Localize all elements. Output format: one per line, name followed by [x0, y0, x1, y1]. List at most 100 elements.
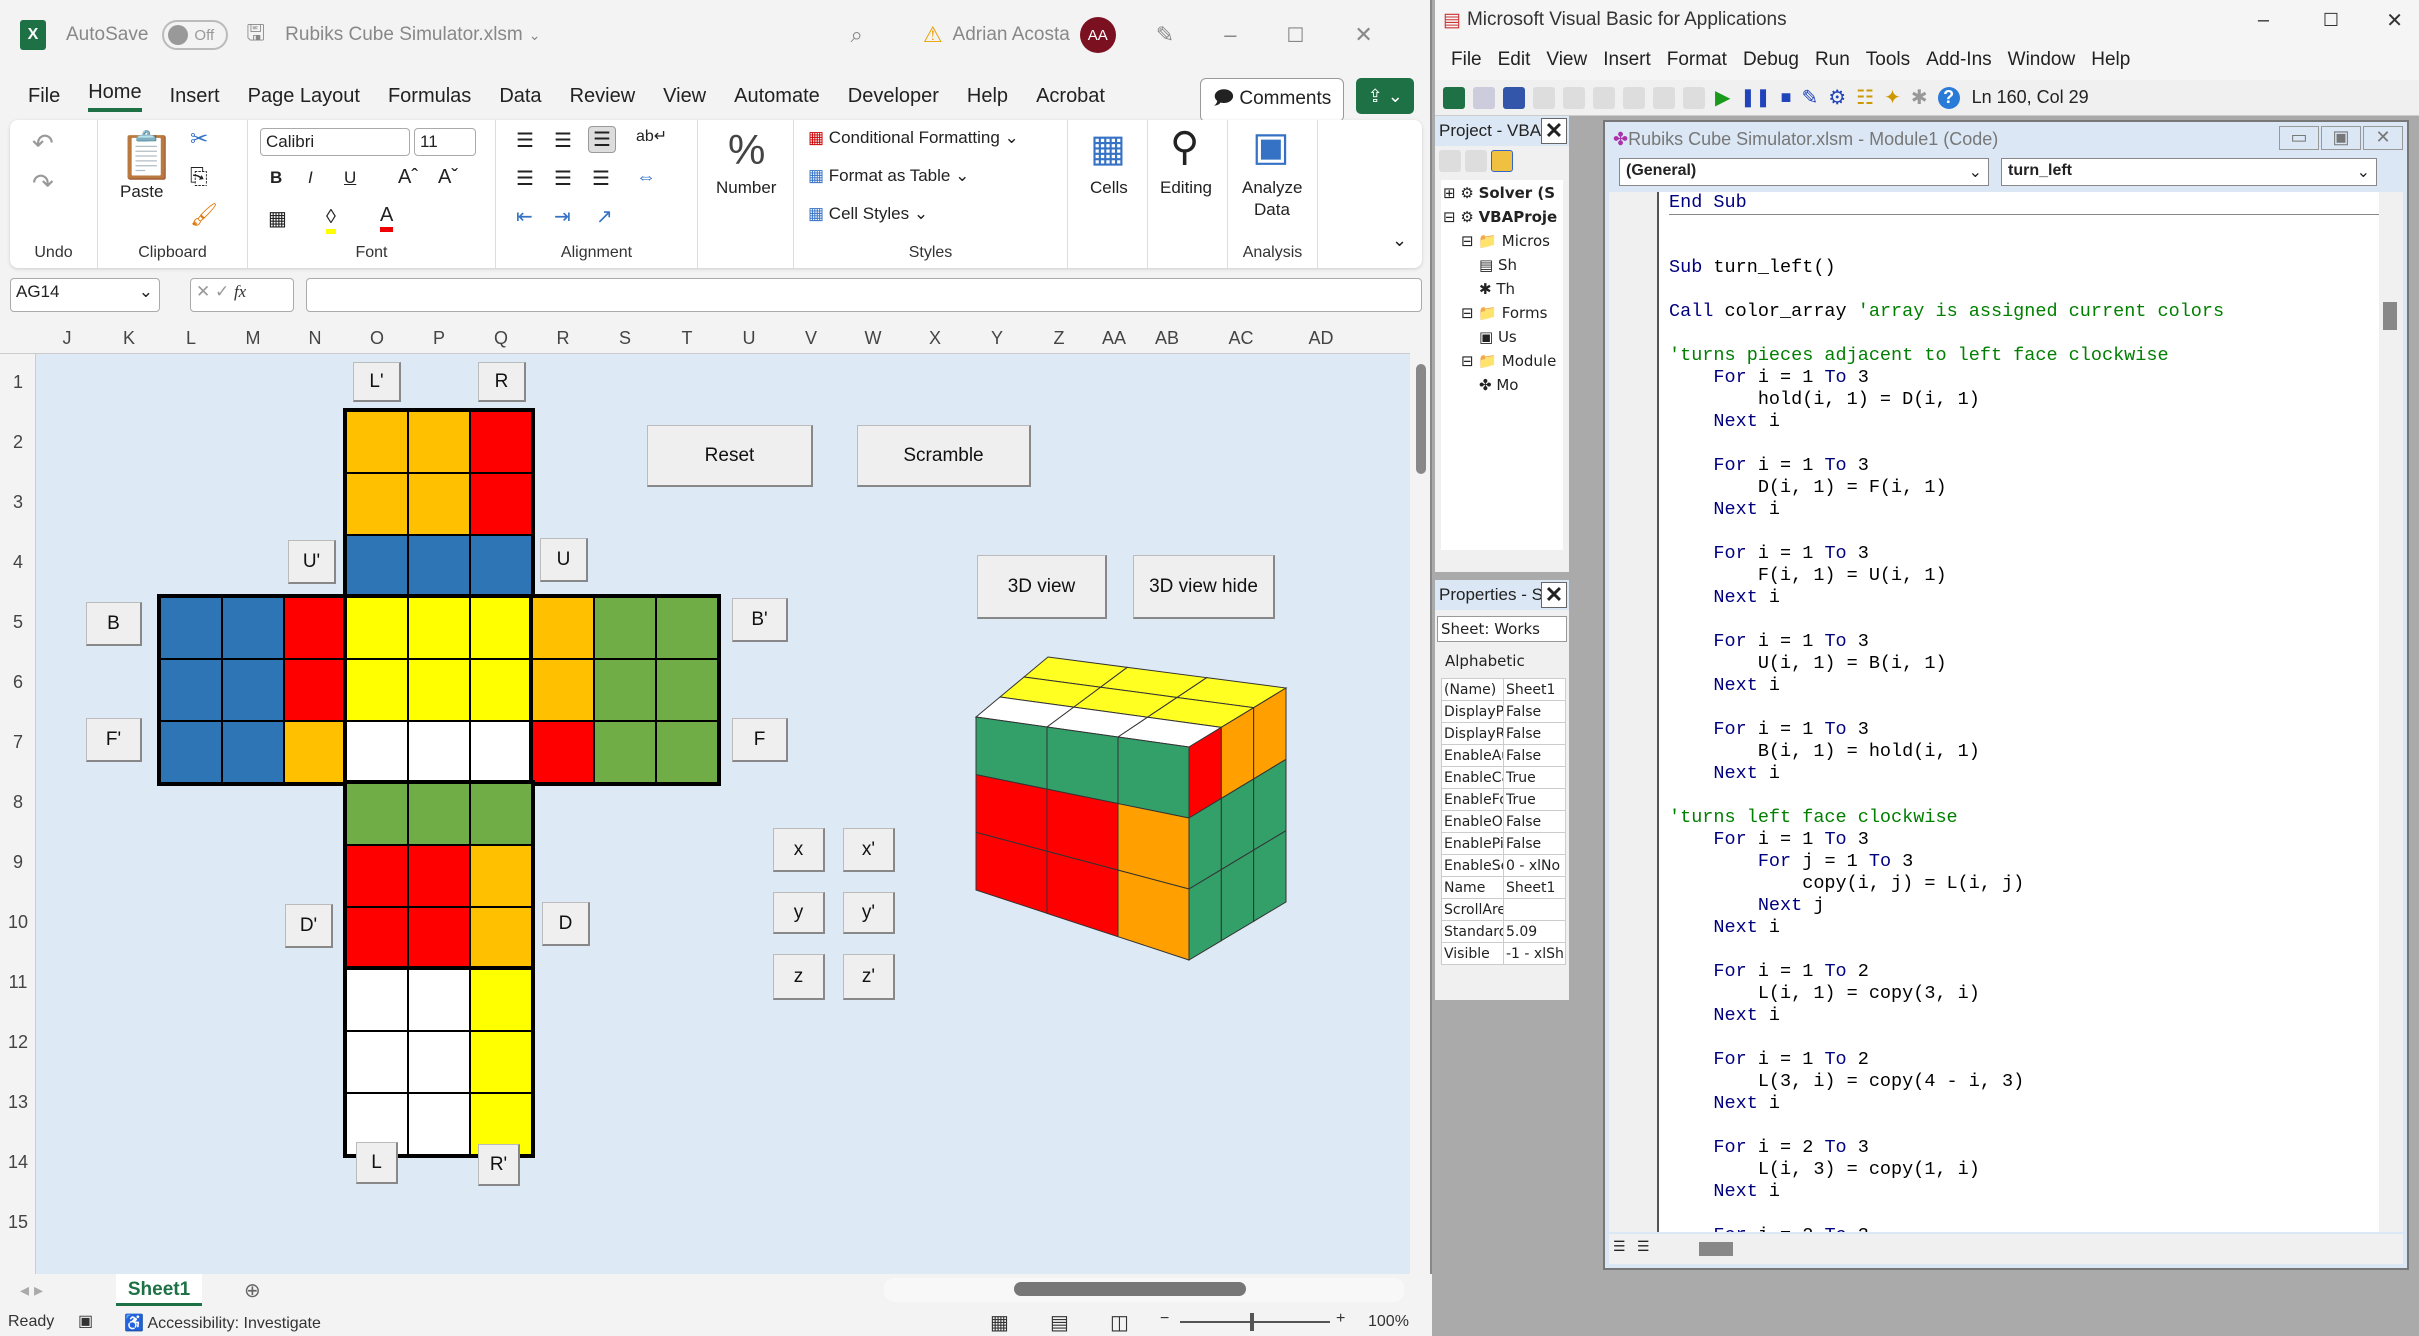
- l-prime-button[interactable]: L': [353, 362, 401, 402]
- tab-home[interactable]: Home: [88, 81, 142, 112]
- code-horizontal-scrollbar[interactable]: ☰ ☰: [1609, 1234, 2403, 1264]
- break-icon[interactable]: ❚❚: [1740, 87, 1770, 108]
- b-button[interactable]: B: [86, 602, 142, 646]
- close-properties-pane-button[interactable]: ✕: [1541, 582, 1567, 608]
- prev-sheet-icon[interactable]: ◂ ▸: [20, 1280, 43, 1301]
- property-row[interactable]: DisplayPaFalse: [1441, 700, 1566, 723]
- code-restore-button[interactable]: ▣: [2321, 126, 2361, 150]
- property-value[interactable]: False: [1503, 810, 1566, 833]
- cell-styles-button[interactable]: ▦ Cell Styles ⌄: [808, 204, 928, 224]
- property-value[interactable]: Sheet1: [1503, 678, 1566, 701]
- row-header-7[interactable]: 7: [0, 732, 36, 753]
- row-header-6[interactable]: 6: [0, 672, 36, 693]
- property-value[interactable]: 0 - xlNo: [1503, 854, 1566, 877]
- enter-icon[interactable]: ✓: [215, 282, 234, 301]
- tab-acrobat[interactable]: Acrobat: [1036, 85, 1105, 108]
- page-layout-view-icon[interactable]: ▤: [1050, 1310, 1069, 1335]
- column-header-N[interactable]: N: [284, 328, 346, 349]
- z-button[interactable]: z: [773, 954, 825, 1000]
- property-row[interactable]: EnableCa True: [1441, 766, 1566, 789]
- column-header-M[interactable]: M: [222, 328, 284, 349]
- x-button[interactable]: x: [773, 828, 825, 872]
- column-header-AA[interactable]: AA: [1090, 328, 1138, 349]
- scramble-button[interactable]: Scramble: [857, 425, 1031, 487]
- row-header-11[interactable]: 11: [0, 972, 36, 993]
- cut-icon[interactable]: ✂: [190, 126, 208, 152]
- merge-center-icon[interactable]: ⇔: [636, 166, 656, 189]
- reset-button[interactable]: Reset: [647, 425, 813, 487]
- tab-review[interactable]: Review: [570, 85, 636, 108]
- increase-indent-icon[interactable]: ⇥: [554, 204, 571, 229]
- wrap-text-icon[interactable]: ab↵: [636, 126, 667, 146]
- insert-function-button[interactable]: fx: [234, 282, 246, 301]
- property-value[interactable]: False: [1503, 832, 1566, 855]
- tree-node[interactable]: ⊟ 📁 Micros: [1441, 232, 1563, 256]
- file-name[interactable]: Rubiks Cube Simulator.xlsm: [285, 24, 523, 46]
- row-header-4[interactable]: 4: [0, 552, 36, 573]
- object-combo[interactable]: (General) ⌄: [1619, 158, 1989, 186]
- tab-data[interactable]: Data: [499, 85, 541, 108]
- procedure-combo[interactable]: turn_left ⌄: [2001, 158, 2377, 186]
- 3d-view-button[interactable]: 3D view: [977, 555, 1107, 619]
- y-prime-button[interactable]: y': [843, 892, 895, 934]
- property-row[interactable]: EnableAuFalse: [1441, 744, 1566, 767]
- save-icon[interactable]: 🖫: [246, 16, 265, 54]
- y-button[interactable]: y: [773, 892, 825, 934]
- tree-node[interactable]: ▣ Us: [1441, 328, 1563, 352]
- column-header-P[interactable]: P: [408, 328, 470, 349]
- align-center-icon[interactable]: ☰: [554, 166, 572, 191]
- macro-record-icon[interactable]: ▣: [78, 1311, 93, 1331]
- code-close-button[interactable]: ✕: [2363, 126, 2403, 150]
- r-button[interactable]: R: [478, 362, 526, 402]
- vba-menu-insert[interactable]: Insert: [1603, 49, 1651, 71]
- property-row[interactable]: Standard 5.09: [1441, 920, 1566, 943]
- row-header-13[interactable]: 13: [0, 1092, 36, 1113]
- redo-icon[interactable]: ↷: [32, 168, 54, 199]
- row-header-3[interactable]: 3: [0, 492, 36, 513]
- vba-menu-help[interactable]: Help: [2091, 49, 2130, 71]
- accessibility-status[interactable]: ♿ Accessibility: Investigate: [124, 1313, 321, 1333]
- font-size-select[interactable]: 11: [414, 128, 476, 156]
- maximize-icon[interactable]: ☐: [2323, 10, 2339, 31]
- align-bottom-icon[interactable]: ☰: [588, 126, 616, 153]
- find-icon[interactable]: [1623, 86, 1645, 109]
- analyze-data-button[interactable]: Analyze: [1242, 178, 1302, 198]
- property-row[interactable]: DisplayRi False: [1441, 722, 1566, 745]
- property-value[interactable]: 5.09: [1503, 920, 1566, 943]
- minimize-icon[interactable]: –: [2258, 9, 2269, 32]
- zoom-slider[interactable]: [1180, 1313, 1330, 1331]
- chevron-down-icon[interactable]: ⌄: [529, 27, 541, 44]
- tree-node[interactable]: ▤ Sh: [1441, 256, 1563, 280]
- tab-developer[interactable]: Developer: [848, 85, 939, 108]
- vba-menu-window[interactable]: Window: [2008, 49, 2076, 71]
- row-header-10[interactable]: 10: [0, 912, 36, 933]
- maximize-icon[interactable]: ☐: [1286, 23, 1304, 48]
- close-icon[interactable]: ✕: [2386, 8, 2403, 33]
- italic-button[interactable]: I: [308, 168, 313, 188]
- column-header-V[interactable]: V: [780, 328, 842, 349]
- view-excel-icon[interactable]: [1443, 86, 1465, 109]
- run-icon[interactable]: ▶: [1715, 85, 1730, 110]
- u-prime-button[interactable]: U': [288, 540, 336, 584]
- column-header-Z[interactable]: Z: [1028, 328, 1090, 349]
- format-painter-icon[interactable]: 🖌: [190, 202, 218, 228]
- close-project-pane-button[interactable]: ✕: [1541, 118, 1567, 144]
- vertical-scrollbar[interactable]: [1412, 324, 1430, 1274]
- scrollbar-thumb[interactable]: [1416, 364, 1426, 474]
- format-as-table-button[interactable]: ▦ Format as Table ⌄: [808, 166, 969, 186]
- row-header-5[interactable]: 5: [0, 612, 36, 633]
- column-header-S[interactable]: S: [594, 328, 656, 349]
- r-prime-button[interactable]: R': [478, 1144, 520, 1186]
- column-header-L[interactable]: L: [160, 328, 222, 349]
- property-value[interactable]: True: [1503, 766, 1566, 789]
- 3d-view-hide-button[interactable]: 3D view hide: [1133, 555, 1275, 619]
- autosave-toggle[interactable]: Off: [162, 20, 229, 50]
- vba-menu-add-ins[interactable]: Add-Ins: [1926, 49, 1991, 71]
- insert-module-icon[interactable]: [1473, 86, 1495, 109]
- copy-icon[interactable]: ⎘: [190, 164, 208, 190]
- align-left-icon[interactable]: ☰: [516, 166, 534, 191]
- row-header-12[interactable]: 12: [0, 1032, 36, 1053]
- z-prime-button[interactable]: z': [843, 954, 895, 1000]
- underline-button[interactable]: U: [344, 168, 356, 188]
- property-row[interactable]: (Name) Sheet1: [1441, 678, 1566, 701]
